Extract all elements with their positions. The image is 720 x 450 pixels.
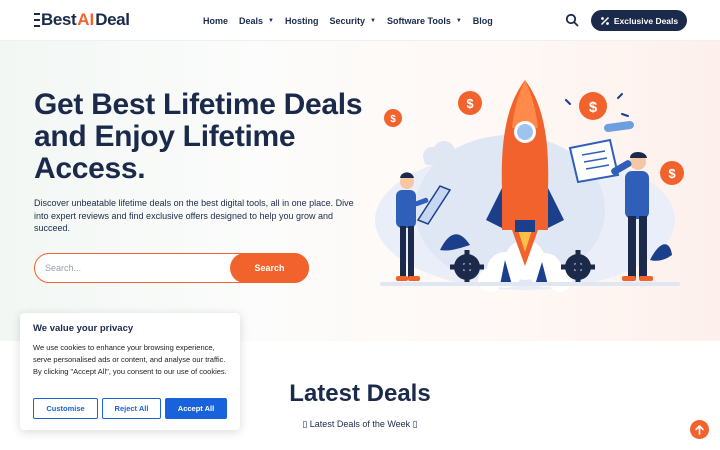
- caret-down-icon: ▼: [455, 17, 462, 24]
- search-icon[interactable]: [565, 13, 579, 27]
- logo-text-ai: AI: [77, 10, 95, 29]
- cookie-title: We value your privacy: [33, 323, 134, 334]
- nav-label: Deals: [239, 15, 264, 26]
- cta-label: Exclusive Deals: [613, 15, 679, 26]
- cookie-accept-button[interactable]: Accept All: [165, 398, 227, 419]
- hero-search-form: Search: [34, 253, 309, 283]
- exclusive-deals-button[interactable]: Exclusive Deals: [591, 10, 687, 31]
- nav-label: Security: [329, 15, 366, 26]
- hero-title: Get Best Lifetime Deals and Enjoy Lifeti…: [34, 88, 363, 185]
- nav-item-software-tools[interactable]: Software Tools ▼: [387, 16, 462, 26]
- logo-text-deal: Deal: [95, 10, 130, 29]
- scroll-to-top-button[interactable]: [690, 420, 709, 439]
- nav-item-hosting[interactable]: Hosting: [285, 16, 319, 26]
- hero-search-button[interactable]: Search: [230, 253, 309, 283]
- percent-tag-icon: [600, 16, 609, 25]
- svg-text:$: $: [466, 96, 474, 111]
- site-logo[interactable]: Best AI Deal: [34, 10, 130, 30]
- nav-label: Home: [203, 15, 229, 26]
- cookie-customise-button[interactable]: Customise: [33, 398, 98, 419]
- nav-label: Hosting: [285, 15, 319, 26]
- logo-text-best: Best: [41, 10, 77, 29]
- caret-down-icon: ▼: [370, 17, 376, 24]
- site-header: Best AI Deal Home Deals ▼ Hosting Securit…: [0, 0, 720, 41]
- main-nav: Home Deals ▼ Hosting Security ▼ Software T…: [203, 0, 504, 41]
- caret-down-icon: ▼: [268, 17, 274, 24]
- cookie-reject-button[interactable]: Reject All: [102, 398, 161, 419]
- arrow-up-icon: [695, 424, 704, 435]
- svg-text:$: $: [589, 99, 598, 116]
- nav-label: Software Tools: [386, 15, 451, 26]
- cookie-text: We use cookies to enhance your browsing …: [33, 343, 227, 376]
- hero-description: Discover unbeatable lifetime deals on th…: [34, 198, 354, 233]
- cookie-consent-banner: We value your privacy We use cookies to …: [20, 313, 240, 430]
- hero-search-input[interactable]: [45, 260, 225, 276]
- logo-speed-lines-icon: [34, 13, 40, 27]
- nav-item-blog[interactable]: Blog: [473, 16, 493, 26]
- nav-item-home[interactable]: Home: [203, 16, 228, 26]
- rocket-launch-illustration: $ $ $ $: [375, 80, 684, 292]
- svg-text:$: $: [668, 166, 676, 181]
- nav-item-security[interactable]: Security ▼: [330, 16, 376, 26]
- svg-text:$: $: [390, 114, 396, 125]
- nav-label: Blog: [472, 15, 493, 26]
- nav-item-deals[interactable]: Deals ▼: [239, 16, 274, 26]
